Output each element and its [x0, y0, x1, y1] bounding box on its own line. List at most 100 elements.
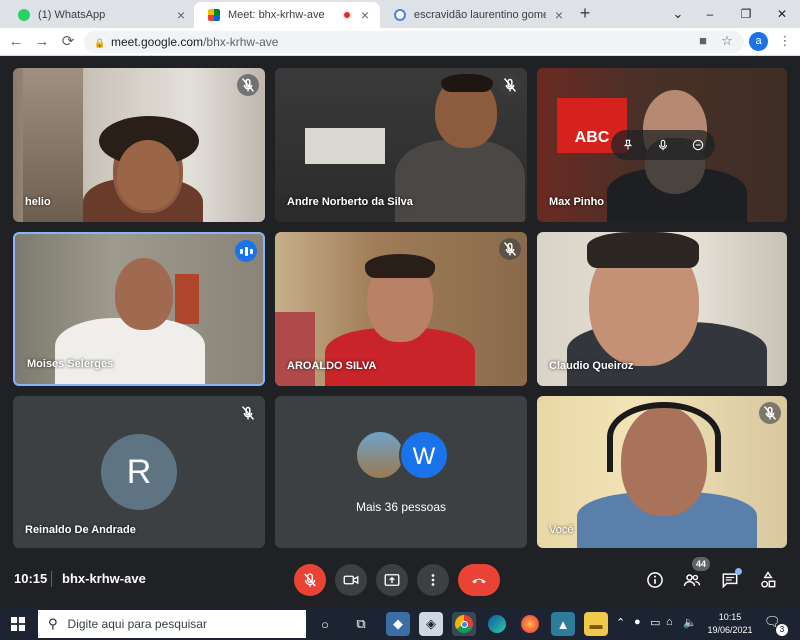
- participant-tile[interactable]: AROALDO SILVA: [275, 232, 527, 386]
- activities-button[interactable]: [756, 568, 780, 592]
- present-screen-button[interactable]: [376, 564, 408, 596]
- participant-tile[interactable]: R Reinaldo De Andrade: [13, 396, 265, 548]
- close-tab-icon[interactable]: ×: [552, 7, 566, 23]
- participant-hair: [587, 232, 699, 268]
- participant-avatar: R: [101, 434, 177, 510]
- tab-title: Meet: bhx-krhw-ave: [228, 9, 325, 21]
- reload-button[interactable]: ⟳: [58, 32, 78, 52]
- cortana-icon[interactable]: ○: [313, 612, 337, 636]
- lock-icon: 🔒: [94, 37, 106, 48]
- participant-figure: [395, 140, 525, 222]
- app-shield-icon[interactable]: ◆: [386, 612, 410, 636]
- taskbar-clock[interactable]: 10:15 19/06/2021: [700, 611, 760, 637]
- google-icon: [394, 9, 406, 21]
- taskbar-date: 19/06/2021: [707, 625, 753, 635]
- mic-toggle-button[interactable]: [294, 564, 326, 596]
- menu-kebab-icon[interactable]: ⋮: [776, 32, 794, 50]
- close-tab-icon[interactable]: ×: [174, 7, 188, 23]
- meet-control-bar: 10:15 bhx-krhw-ave 44: [0, 556, 800, 608]
- camera-toggle-button[interactable]: [335, 564, 367, 596]
- participant-tile[interactable]: ABC Max Pinho: [537, 68, 787, 222]
- participant-name: Reinaldo De Andrade: [25, 524, 136, 536]
- mic-off-icon: [499, 238, 521, 260]
- close-window-button[interactable]: ✕: [772, 4, 792, 24]
- mic-off-icon: [304, 573, 316, 587]
- people-button[interactable]: 44: [680, 557, 710, 592]
- taskbar-search-placeholder: Digite aqui para pesquisar: [67, 617, 207, 631]
- chat-button[interactable]: [718, 568, 742, 592]
- tab-search-icon[interactable]: ⌄: [668, 4, 688, 24]
- file-explorer-icon[interactable]: ▬: [584, 612, 608, 636]
- video-background: [305, 128, 385, 164]
- task-view-icon[interactable]: ⧉: [349, 612, 373, 636]
- participant-avatar: W: [399, 430, 449, 480]
- divider: [51, 571, 52, 587]
- start-button[interactable]: [0, 608, 36, 640]
- tray-battery-icon[interactable]: ▭: [650, 616, 660, 629]
- tab-search[interactable]: escravidão laurentino gomes - Pe ×: [380, 2, 574, 28]
- tray-expand-icon[interactable]: ⌃: [616, 616, 625, 629]
- speaking-indicator-icon: [235, 240, 257, 262]
- tray-network-icon[interactable]: ⌂: [666, 616, 673, 628]
- app-tool-icon[interactable]: ◈: [419, 612, 443, 636]
- participant-figure: [55, 318, 205, 384]
- video-background: [175, 274, 199, 324]
- tab-meet[interactable]: Meet: bhx-krhw-ave ×: [194, 2, 380, 28]
- minimize-button[interactable]: –: [700, 4, 720, 24]
- self-view-tile[interactable]: Você: [537, 396, 787, 548]
- back-button[interactable]: ←: [6, 32, 26, 52]
- participant-tile[interactable]: Moises Selerges: [13, 232, 265, 386]
- more-vert-icon: [431, 574, 435, 586]
- url-host: meet.google.com: [111, 35, 204, 49]
- tab-title: (1) WhatsApp: [38, 9, 106, 21]
- new-tab-button[interactable]: +: [576, 4, 594, 23]
- participant-tile[interactable]: Andre Norberto da Silva: [275, 68, 527, 222]
- mic-off-icon: [237, 402, 259, 424]
- headphones-icon: [607, 402, 721, 472]
- tray-volume-icon[interactable]: 🔈: [683, 616, 697, 629]
- participant-tile[interactable]: Claudio Queiroz: [537, 232, 787, 386]
- edge-icon[interactable]: [485, 612, 509, 636]
- participant-face: [117, 140, 179, 210]
- leave-call-button[interactable]: [458, 564, 500, 596]
- call-end-icon: [472, 578, 486, 584]
- chrome-icon[interactable]: [452, 612, 476, 636]
- more-options-button[interactable]: [417, 564, 449, 596]
- participant-name: helio: [25, 196, 51, 208]
- forward-button[interactable]: →: [32, 32, 52, 52]
- meet-icon: [208, 9, 220, 21]
- browser-toolbar: ← → ⟳ 🔒 meet.google.com/bhx-krhw-ave ■ ☆…: [0, 28, 800, 56]
- participant-name: Você: [549, 524, 574, 536]
- camera-in-use-icon[interactable]: ■: [694, 32, 712, 50]
- url-path: /bhx-krhw-ave: [203, 35, 279, 49]
- tab-whatsapp[interactable]: (1) WhatsApp ×: [4, 2, 196, 28]
- photos-icon[interactable]: ▲: [551, 612, 575, 636]
- participant-name: Moises Selerges: [27, 358, 114, 370]
- action-center-button[interactable]: 🗨 3: [764, 614, 788, 636]
- firefox-icon[interactable]: [518, 612, 542, 636]
- pin-icon[interactable]: [621, 138, 635, 152]
- more-participants-tile[interactable]: W Mais 36 pessoas: [275, 396, 527, 548]
- videocam-icon: [343, 575, 359, 585]
- profile-avatar[interactable]: a: [749, 32, 768, 51]
- tab-title: escravidão laurentino gomes - Pe: [414, 9, 546, 21]
- search-icon: ⚲: [48, 616, 58, 631]
- participant-avatar-photo: [355, 430, 405, 480]
- participant-tile[interactable]: helio: [13, 68, 265, 222]
- tile-hover-controls: [611, 130, 715, 160]
- people-icon: [683, 574, 701, 586]
- maximize-button[interactable]: ❐: [736, 4, 756, 24]
- bookmark-star-icon[interactable]: ☆: [718, 32, 736, 50]
- participant-hair: [441, 74, 493, 92]
- meeting-details-button[interactable]: [643, 568, 667, 592]
- tray-mic-icon[interactable]: ●: [634, 616, 641, 628]
- whatsapp-icon: [18, 9, 30, 21]
- participant-hair: [365, 254, 435, 278]
- address-bar[interactable]: 🔒 meet.google.com/bhx-krhw-ave: [84, 31, 744, 53]
- taskbar-search-box[interactable]: ⚲ Digite aqui para pesquisar: [38, 610, 306, 638]
- mute-participant-icon[interactable]: [656, 138, 670, 152]
- participant-face: [115, 258, 173, 330]
- close-tab-icon[interactable]: ×: [358, 7, 372, 23]
- remove-participant-icon[interactable]: [691, 138, 705, 152]
- participant-name: AROALDO SILVA: [287, 360, 377, 372]
